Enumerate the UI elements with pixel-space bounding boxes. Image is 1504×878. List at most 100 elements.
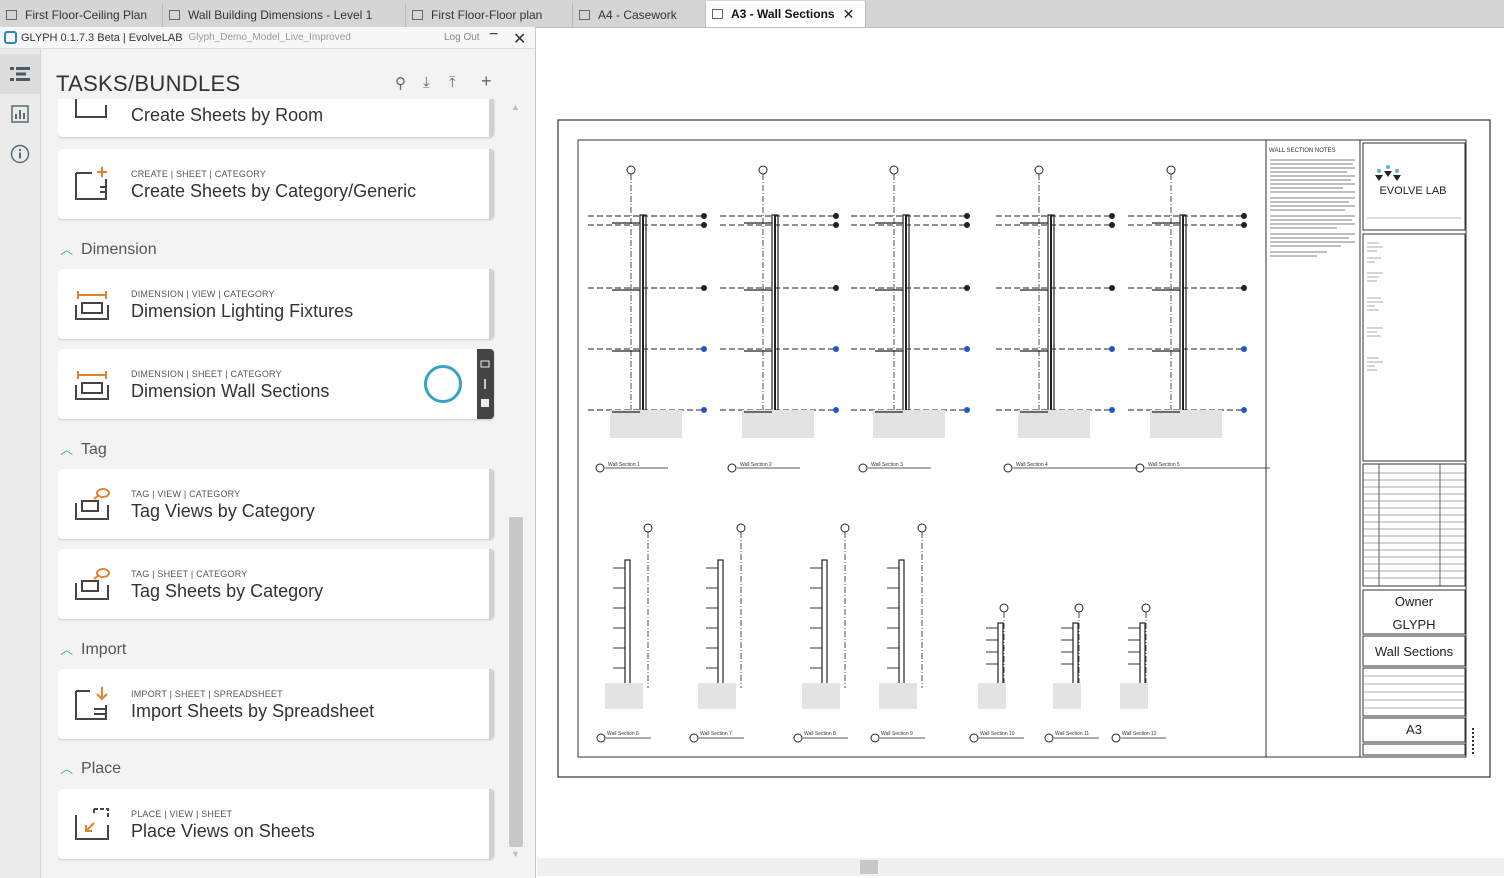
plan-view-icon [412,10,423,20]
tab-first-floor-floor-plan[interactable]: First Floor-Floor plan [406,3,573,27]
tab-label: Wall Building Dimensions - Level 1 [188,8,373,22]
tab-first-floor-ceiling-plan[interactable]: First Floor-Ceiling Plan [0,3,163,27]
task-breadcrumb: DIMENSION | VIEW | CATEGORY [131,289,275,299]
tab-label: A4 - Casework [598,8,677,22]
import-icon [75,687,108,720]
scroll-down-icon[interactable]: ▼ [511,849,520,859]
info-icon [10,144,30,164]
app-title: GLYPH 0.1.7.3 Beta [21,31,120,44]
upload-icon[interactable]: ⤒ [449,74,456,91]
dimension-icon [75,291,109,320]
chevron-up-icon: ︿ [60,642,74,657]
sheet-name: Wall Sections [1375,644,1454,659]
glyph-panel: GLYPH 0.1.7.3 Beta | EvolveLAB Glyph_Dem… [0,26,536,878]
tab-wall-building-dimensions[interactable]: Wall Building Dimensions - Level 1 [163,3,406,27]
task-breadcrumb: PLACE | VIEW | SHEET [131,809,233,819]
panel-close-button[interactable]: ✕ [513,29,526,49]
card-action-strip[interactable] [477,349,494,419]
plan-view-icon [169,10,180,20]
download-icon[interactable]: ⤓ [423,74,430,91]
minimize-button[interactable]: − [489,26,498,44]
task-title: Place Views on Sheets [131,821,315,841]
task-title: Dimension Wall Sections [131,381,330,401]
task-title: Import Sheets by Spreadsheet [131,701,375,721]
task-title: Tag Sheets by Category [131,581,324,601]
group-header-place[interactable]: ︿ Place [60,758,121,778]
group-header-tag[interactable]: ︿ Tag [60,439,107,459]
task-breadcrumb: TAG | VIEW | CATEGORY [131,489,241,499]
place-view-icon [75,808,109,840]
section-label: Wall Section 4 [1016,462,1048,468]
panel-scrollbar-thumb[interactable] [509,517,523,847]
group-label: Import [81,641,127,658]
chevron-up-icon: ︿ [60,442,74,457]
company-name: EvolveLAB [128,31,183,44]
run-task-button[interactable] [424,365,462,403]
section-label: Wall Section 12 [1122,731,1157,737]
task-card[interactable]: PLACE | VIEW | SHEET Place Views on Shee… [58,789,494,859]
task-card[interactable]: DIMENSION | VIEW | CATEGORY Dimension Li… [58,269,494,339]
task-card-active[interactable]: DIMENSION | SHEET | CATEGORY Dimension W… [58,349,494,419]
group-label: Place [81,760,122,777]
group-label: Tag [81,441,107,458]
sheet-view-icon [712,9,723,19]
sheet-icon [75,99,107,118]
rail-tasks-button[interactable] [0,54,40,94]
card-actions-icon [480,360,490,407]
sheet-canvas[interactable]: WALL SECTION NOTES EVOLVE LAB Owner GLYP… [537,28,1504,878]
task-card[interactable]: TAG | VIEW | CATEGORY Tag Views by Categ… [58,469,494,539]
group-header-dimension[interactable]: ︿ Dimension [60,239,157,259]
tab-a3-wall-sections[interactable]: A3 - Wall Sections ✕ [706,1,866,27]
task-card[interactable]: TAG | SHEET | CATEGORY Tag Sheets by Cat… [58,549,494,619]
glyph-logo-icon [4,31,17,44]
chevron-up-icon: ︿ [60,242,74,257]
notes-title: WALL SECTION NOTES [1269,148,1336,154]
dimension-icon [75,371,109,400]
tab-a4-casework[interactable]: A4 - Casework [573,3,706,27]
close-icon[interactable]: ✕ [843,6,855,23]
task-card[interactable]: Create Sheets by Room [58,99,494,137]
task-title: Dimension Lighting Fixtures [131,301,354,321]
tag-icon [75,488,110,520]
list-icon [10,67,30,81]
section-label: Wall Section 9 [881,731,913,737]
task-breadcrumb: DIMENSION | SHEET | CATEGORY [131,369,282,379]
group-label: Dimension [81,241,157,258]
plan-view-icon [6,10,17,20]
section-label: Wall Section 6 [607,731,639,737]
tab-label: First Floor-Floor plan [431,8,543,22]
task-breadcrumb: IMPORT | SHEET | SPREADSHEET [131,689,283,699]
section-label: Wall Section 5 [1148,462,1180,468]
task-card[interactable]: CREATE | SHEET | CATEGORY Create Sheets … [58,149,494,219]
chevron-up-icon: ︿ [60,761,74,776]
task-breadcrumb: CREATE | SHEET | CATEGORY [131,169,267,179]
logout-link[interactable]: Log Out [444,32,480,43]
task-title: Create Sheets by Room [131,105,324,125]
rail-info-button[interactable] [0,134,40,174]
add-icon[interactable]: + [481,71,492,92]
section-label: Wall Section 11 [1055,731,1089,737]
model-name: Glyph_Demo_Model_Live_Improved [188,32,351,43]
project-name: GLYPH [1392,617,1435,632]
evolvelab-logo-text: EVOLVE LAB [1379,185,1446,197]
wall-sections-sheet: WALL SECTION NOTES EVOLVE LAB Owner GLYP… [557,119,1491,778]
view-tab-bar: First Floor-Ceiling Plan Wall Building D… [0,0,1504,28]
tab-label: A3 - Wall Sections [731,7,835,21]
rail-stats-button[interactable] [0,94,40,134]
search-icon[interactable]: ⚲ [395,74,406,92]
group-header-import[interactable]: ︿ Import [60,639,126,659]
sheet-scroll-thumb[interactable] [860,860,878,874]
section-label: Wall Section 1 [608,462,640,468]
task-title: Create Sheets by Category/Generic [131,181,417,201]
task-card[interactable]: IMPORT | SHEET | SPREADSHEET Import Shee… [58,669,494,739]
sheet-horizontal-scrollbar[interactable] [537,858,1504,876]
task-breadcrumb: TAG | SHEET | CATEGORY [131,569,248,579]
section-label: Wall Section 8 [804,731,836,737]
scroll-up-icon[interactable]: ▲ [511,102,520,112]
bar-chart-icon [11,105,29,123]
sheet-view-icon [579,10,590,20]
owner-label: Owner [1395,594,1434,609]
sheet-number: A3 [1406,722,1422,737]
panel-titlebar: GLYPH 0.1.7.3 Beta | EvolveLAB Glyph_Dem… [0,26,535,49]
create-sheet-icon [75,167,107,200]
